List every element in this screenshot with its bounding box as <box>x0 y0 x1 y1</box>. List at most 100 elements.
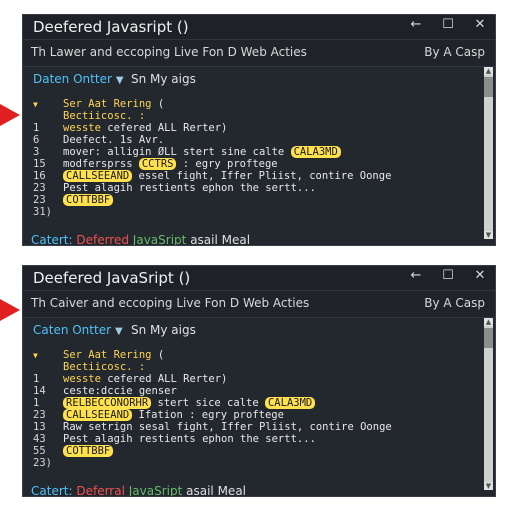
code-token: ( <box>151 98 165 110</box>
window-title: Deefered Javasript () <box>33 18 189 36</box>
code-token: modfersprss <box>63 158 139 170</box>
author-text: By A Casp <box>424 296 485 310</box>
status-deferred: Deferred <box>76 233 129 246</box>
highlighted-token: CCTRS <box>138 158 177 170</box>
highlighted-token: COTTBBF <box>63 194 114 206</box>
line-number: 1 <box>33 122 40 134</box>
line-number: 31) <box>33 206 52 218</box>
subtitle-text: Th Caiver and eccoping Live Fon D Web Ac… <box>31 296 310 310</box>
chevron-down-icon: ▼ <box>115 75 124 86</box>
code-line: Bectiicosc. : <box>33 361 477 373</box>
pointer-arrow-icon <box>0 299 20 321</box>
code-line: Bectiicosc. : <box>33 110 477 122</box>
line-number: 6 <box>33 134 40 146</box>
code-token: Pest alagih restients ephon the sertt... <box>63 433 316 445</box>
code-token: Deefect. 1s Avr. <box>63 134 165 146</box>
status-deferred: Deferral <box>76 484 125 497</box>
code-token: Ser Aat Rering <box>63 98 152 110</box>
scrollbar-thumb[interactable] <box>484 328 493 348</box>
highlighted-token: CALLSEEAND <box>63 170 133 182</box>
code-area[interactable]: ▼ Ser Aat Rering (Bectiicosc. : 1 wesste ce… <box>33 349 477 469</box>
line-number: 14 <box>33 385 46 397</box>
status-language: JavaSript <box>128 484 183 497</box>
scroll-up-icon[interactable]: ▲ <box>484 318 493 326</box>
highlighted-token: COTTBBF <box>63 445 114 457</box>
code-line: 13 Raw setrign sesal fight, Iffer Pliist,… <box>33 421 477 433</box>
back-arrow-icon[interactable]: ← <box>409 17 423 32</box>
context-dropdown-label: Daten Ontter <box>33 72 112 86</box>
maximize-icon[interactable]: ☐ <box>441 17 455 32</box>
code-token: wesste <box>63 373 101 385</box>
line-number: 23 <box>33 409 46 421</box>
pointer-arrow-icon <box>0 104 20 126</box>
code-token: ceste:dccie genser <box>63 385 177 397</box>
status-line: Catert: Deferral JavaSript asail Meal <box>31 484 247 497</box>
line-number: 55 <box>33 445 46 457</box>
code-line: 23 Pest alagih restients ephon the sertt.… <box>33 182 477 194</box>
fold-toggle-icon[interactable]: ▼ <box>33 351 38 360</box>
status-extra: asail Meal <box>186 484 247 497</box>
code-token: cefered ALL Rerter) <box>100 373 228 385</box>
code-area[interactable]: ▼ Ser Aat Rering ( Bectiicosc. : 1 wesste ce… <box>33 98 477 218</box>
window-controls: ← ☐ ✕ <box>409 17 487 32</box>
close-icon[interactable]: ✕ <box>473 268 487 283</box>
line-number: 1 <box>33 373 40 385</box>
status-language: JavaSript <box>132 233 187 246</box>
toolbar-label: Sn My aigs <box>131 323 196 337</box>
code-token: Raw setrign sesal fight, Iffer Pliist, c… <box>63 421 392 433</box>
code-token: stert sice calte <box>151 397 265 409</box>
highlighted-token: CALA3MD <box>290 146 341 158</box>
scrollbar[interactable] <box>484 75 493 231</box>
title-bar: Deefered Javasript () ← ☐ ✕ <box>23 15 495 39</box>
scrollbar-thumb[interactable] <box>484 77 493 97</box>
line-number: 43 <box>33 433 46 445</box>
code-line: 3 mover: alligin ØLL stert sine calte CAL… <box>33 146 477 158</box>
scrollbar[interactable] <box>484 326 493 482</box>
code-token: : egry proftege <box>176 158 278 170</box>
close-icon[interactable]: ✕ <box>473 17 487 32</box>
code-token: cefered ALL Rerter) <box>100 122 228 134</box>
context-dropdown-label: Caten Ontter <box>33 323 112 337</box>
subtitle-bar: Th Lawer and eccoping Live Fon D Web Act… <box>23 39 495 67</box>
code-line: 14 ceste:dccie genser <box>33 385 477 397</box>
fold-toggle-icon[interactable]: ▼ <box>33 100 38 109</box>
editor-window: Deefered JavaSript () ← ☐ ✕ Th Caiver an… <box>22 265 496 497</box>
code-line: ▼ Ser Aat Rering ( <box>33 349 477 361</box>
code-token: Bectiicosc. : <box>63 361 146 373</box>
code-line: 1 wesste cefered ALL Rerter) <box>33 373 477 385</box>
maximize-icon[interactable]: ☐ <box>441 268 455 283</box>
code-token: essel fight, Iffer Pliist, contire Oonge <box>132 170 392 182</box>
code-line: 23) <box>33 457 477 469</box>
highlighted-token: CALLSEEAND <box>63 409 133 421</box>
back-arrow-icon[interactable]: ← <box>409 268 423 283</box>
status-label: Catert: <box>31 233 73 246</box>
window-title: Deefered JavaSript () <box>33 269 191 287</box>
line-number: 23) <box>33 457 52 469</box>
code-line: 15 modfersprss CCTRS : egry proftege <box>33 158 477 170</box>
scroll-down-icon[interactable]: ▼ <box>484 482 493 490</box>
context-dropdown[interactable]: Caten Ontter ▼ <box>33 323 123 337</box>
code-token: wesste <box>63 122 101 134</box>
title-bar: Deefered JavaSript () ← ☐ ✕ <box>23 266 495 290</box>
subtitle-bar: Th Caiver and eccoping Live Fon D Web Ac… <box>23 290 495 318</box>
scroll-down-icon[interactable]: ▼ <box>484 231 493 239</box>
code-token: Ser Aat Rering <box>63 349 152 361</box>
code-line: 23 CALLSEEAND Ifation : egry proftege <box>33 409 477 421</box>
line-number: 15 <box>33 158 46 170</box>
context-dropdown[interactable]: Daten Ontter ▼ <box>33 72 124 86</box>
code-token: Ifation : egry proftege <box>132 409 284 421</box>
highlighted-token: RELBECCONORHR <box>63 397 152 409</box>
status-label: Catert: <box>31 484 73 497</box>
code-token: Bectiicosc. : <box>63 110 146 122</box>
status-extra: asail Meal <box>190 233 251 246</box>
line-number: 1 <box>33 397 40 409</box>
scroll-up-icon[interactable]: ▲ <box>484 67 493 75</box>
author-text: By A Casp <box>424 45 485 59</box>
editor-window: Deefered Javasript () ← ☐ ✕ Th Lawer and… <box>22 14 496 246</box>
subtitle-text: Th Lawer and eccoping Live Fon D Web Act… <box>31 45 307 59</box>
code-line: 23 COTTBBF <box>33 194 477 206</box>
line-number: 23 <box>33 182 46 194</box>
code-line: 6 Deefect. 1s Avr. <box>33 134 477 146</box>
code-token: Pest alagih restients ephon the sertt... <box>63 182 316 194</box>
window-controls: ← ☐ ✕ <box>409 268 487 283</box>
